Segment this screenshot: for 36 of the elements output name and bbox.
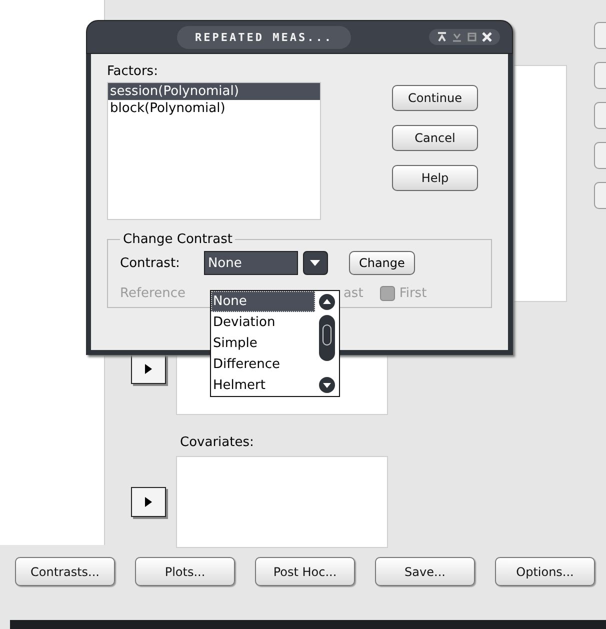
close-icon[interactable] — [482, 32, 492, 42]
dialog-button[interactable]: Contrasts... — [15, 557, 115, 586]
dropdown-button[interactable] — [302, 251, 328, 275]
dialog-button[interactable]: Post Hoc... — [255, 557, 355, 586]
minimize-icon[interactable] — [452, 32, 462, 42]
dropdown-item[interactable]: Simple — [211, 333, 315, 354]
move-button[interactable] — [131, 354, 166, 384]
radio-label: First — [399, 286, 427, 301]
covariates-label: Covariates: — [180, 435, 255, 450]
dialog-button[interactable]: Options... — [495, 557, 595, 586]
dialog-button[interactable]: Plots... — [135, 557, 235, 586]
list-item[interactable]: block(Polynomial) — [108, 100, 320, 117]
dialog-button[interactable]: Help — [392, 165, 478, 191]
move-button[interactable] — [131, 487, 166, 517]
play-icon — [145, 497, 152, 507]
dropdown-item[interactable]: None — [211, 291, 315, 312]
group-title: Change Contrast — [122, 232, 234, 247]
dialog-button[interactable]: Save... — [375, 557, 475, 586]
maximize-icon[interactable] — [467, 32, 477, 42]
dropdown-item[interactable]: Difference — [211, 354, 315, 375]
change-button[interactable]: Change — [348, 251, 415, 275]
dropdown-item[interactable]: Deviation — [211, 312, 315, 333]
reference-label: Reference — [120, 286, 186, 301]
dialog-button[interactable]: Continue — [392, 85, 478, 111]
list-item[interactable]: session(Polynomial) — [108, 83, 320, 100]
caret-icon — [310, 260, 320, 266]
window-title: REPEATED MEAS... — [177, 26, 351, 48]
factors-label: Factors: — [107, 64, 158, 79]
collapse-icon[interactable] — [437, 32, 447, 42]
play-icon — [145, 364, 152, 374]
contrast-dropdown[interactable]: None — [204, 251, 298, 275]
contrast-label: Contrast: — [120, 256, 180, 270]
radio-label: ast — [343, 286, 364, 301]
dialog-button[interactable]: Cancel — [392, 125, 478, 151]
factors-list[interactable]: session(Polynomial) block(Polynomial) — [107, 82, 321, 220]
dropdown-item[interactable]: Helmert — [211, 375, 315, 396]
